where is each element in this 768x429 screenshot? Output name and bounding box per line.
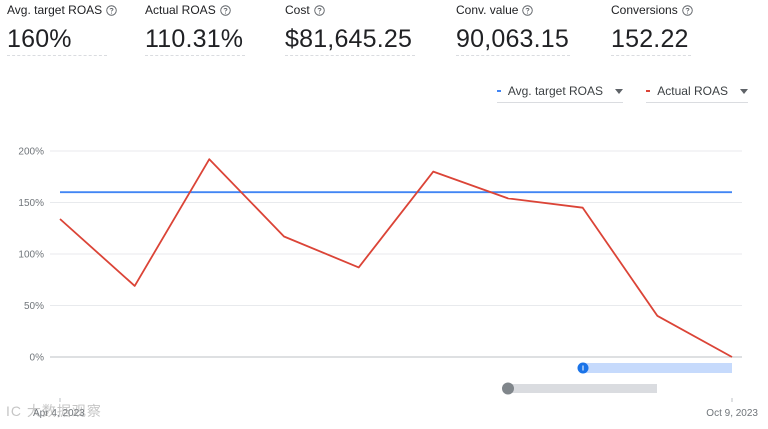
x-tick-label-end: Oct 9, 2023 [706, 408, 758, 419]
caret-down-icon[interactable] [615, 88, 623, 94]
date-range-selection[interactable] [583, 363, 732, 373]
help-circle-icon[interactable] [219, 4, 231, 16]
metric-conv-value[interactable]: Conv. value 90,063.15 [456, 2, 570, 56]
y-tick-label: 100% [18, 250, 44, 261]
legend-label: Actual ROAS [657, 84, 728, 98]
roas-line-chart: 0%50%100%150%200%Apr 4, 2023 Oct 9, 2023 [18, 147, 758, 420]
legend-swatch-target [497, 90, 501, 92]
series-selector-actual-roas[interactable]: Actual ROAS [646, 80, 748, 103]
legend-underline [497, 102, 623, 103]
help-circle-icon[interactable] [681, 4, 693, 16]
y-tick-label: 150% [18, 198, 44, 209]
help-circle-icon[interactable] [522, 4, 534, 16]
watermark: IC 大数据观察 [6, 403, 102, 419]
y-tick-label: 200% [18, 147, 44, 158]
metric-conversions[interactable]: Conversions 152.22 [611, 2, 693, 56]
metric-value: 90,063.15 [456, 25, 570, 53]
metric-value: 152.22 [611, 25, 689, 53]
metric-underline [285, 55, 415, 56]
metric-label: Conv. value [456, 3, 519, 17]
series-line-actual-roas [59, 158, 733, 358]
range-handle-icon[interactable] [577, 362, 589, 374]
chart-scrollbar-track[interactable] [507, 384, 657, 393]
metric-avg-target-roas[interactable]: Avg. target ROAS 160% [7, 2, 117, 56]
metric-label: Cost [285, 3, 310, 17]
series-selector-target-roas[interactable]: Avg. target ROAS [497, 80, 623, 103]
chart-scrollbar-handle[interactable] [502, 382, 514, 395]
legend-label: Avg. target ROAS [507, 84, 603, 98]
metric-value: 110.31% [145, 25, 244, 53]
metric-value: 160% [7, 25, 72, 53]
legend-underline [646, 102, 748, 103]
y-tick-label: 0% [30, 353, 45, 364]
metric-value: $81,645.25 [285, 25, 413, 53]
metric-underline [456, 55, 570, 56]
legend-swatch-actual [646, 90, 651, 92]
help-circle-icon[interactable] [106, 4, 117, 16]
metric-cost[interactable]: Cost $81,645.25 [285, 2, 415, 56]
roas-report-page: Avg. target ROAS 160% Actual ROAS 110.31… [0, 0, 768, 429]
metric-label: Conversions [611, 3, 678, 17]
metric-actual-roas[interactable]: Actual ROAS 110.31% [145, 2, 245, 56]
caret-down-icon[interactable] [740, 88, 748, 94]
metric-underline [145, 55, 245, 56]
metric-underline [7, 55, 107, 56]
help-circle-icon[interactable] [313, 4, 325, 16]
metric-label: Actual ROAS [145, 3, 216, 17]
metric-label: Avg. target ROAS [7, 3, 103, 17]
y-tick-label: 50% [24, 301, 44, 312]
metric-underline [611, 55, 691, 56]
